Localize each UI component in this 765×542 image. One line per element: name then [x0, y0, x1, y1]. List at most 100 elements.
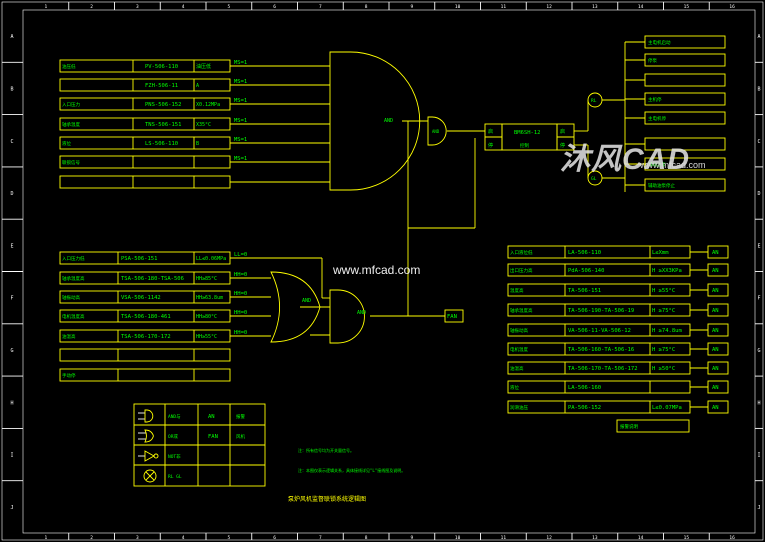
lower-row-tag: TSA-506-180-461	[121, 314, 171, 320]
upper-row-condition: B	[196, 141, 199, 147]
alarm-row-name: 温度高	[510, 287, 524, 294]
alarm-row-tag: TA-506-151	[568, 288, 601, 294]
frame-col-number-bottom: 6	[273, 535, 276, 541]
lower-row-ms-label: HH=0	[234, 272, 247, 278]
legend-label: AND与	[168, 413, 181, 420]
frame-row-letter-left: H	[10, 400, 13, 406]
note-line-1: 注：所有信号均为开关量信号。	[298, 447, 354, 453]
lower-row-ms-label: HH=0	[234, 330, 247, 336]
alarm-row-name: 轴振动高	[510, 327, 528, 334]
alarm-row-tag: TA-506-190-TA-506-19	[568, 308, 634, 314]
upper-row-ms-label: MS=1	[234, 79, 247, 85]
upper-row-condition: X0.12MPa	[196, 102, 220, 108]
alarm-out-label: AN	[712, 385, 719, 391]
alarm-row-name: 油温高	[510, 365, 524, 372]
alarm-row-name: 轴承温度高	[510, 307, 533, 314]
upper-row-ms-label: MS=1	[234, 60, 247, 66]
output-item-label: 停泵	[648, 57, 657, 64]
frame-col-number-bottom: 9	[411, 535, 414, 541]
alarm-out-label: AN	[712, 288, 719, 294]
output-item-label: 辅助油泵停止	[648, 182, 675, 189]
frame-col-number-bottom: 3	[136, 535, 139, 541]
frame-col-number-top: 15	[684, 4, 690, 10]
frame-col-number-top: 16	[729, 4, 735, 10]
output-item-label: 主机停	[648, 96, 662, 103]
upper-row-tag: PNS-506-152	[145, 102, 181, 108]
frame-row-letter-right: J	[757, 505, 760, 511]
lower-row-name: 手动停	[62, 372, 76, 379]
alarm-row-condition: H ≥74.8um	[652, 328, 682, 334]
alarm-footer-label: 报警说明	[620, 423, 638, 430]
frame-col-number-top: 12	[546, 4, 552, 10]
alarm-out-label: AN	[712, 328, 719, 334]
alarm-row-tag: LA-506-110	[568, 250, 601, 256]
upper-row-tag: TNS-506-151	[145, 122, 181, 128]
legend-label: RL GL	[168, 474, 182, 480]
alarm-row-name: 润滑油压	[510, 404, 528, 411]
frame-row-letter-left: C	[10, 139, 13, 145]
lower-row-ms-label: LL=0	[234, 252, 247, 258]
upper-row-name: 入口压力	[62, 101, 80, 108]
frame-row-letter-left: G	[10, 348, 13, 354]
frame-col-number-top: 11	[501, 4, 507, 10]
upper-row-tag: FZH-506-11	[145, 83, 178, 89]
frame-col-number-bottom: 11	[501, 535, 507, 541]
alarm-row-condition: H ≥75°C	[652, 347, 675, 353]
lower-row-condition: HH≥80°C	[196, 314, 217, 320]
frame-col-number-top: 1	[45, 4, 48, 10]
drawing-title: 泵炉风机监督联锁系统逻辑图	[288, 495, 366, 503]
controller-left-bottom: 停	[488, 142, 493, 149]
legend-desc: 风机	[236, 433, 245, 440]
lower-row-ms-label: HH=0	[234, 291, 247, 297]
alarm-row-condition: H ≥75°C	[652, 308, 675, 314]
upper-row-tag: LS-506-110	[145, 141, 178, 147]
frame-col-number-top: 14	[638, 4, 644, 10]
lower-row-name: 电机温度高	[62, 313, 85, 320]
frame-row-letter-right: D	[757, 191, 760, 197]
frame-row-letter-left: D	[10, 191, 13, 197]
frame-col-number-bottom: 15	[684, 535, 690, 541]
note-line-2: 注：本图仅表示逻辑关系，具体接线详见"L"接线图及说明。	[298, 467, 405, 473]
lower-row-name: 入口压力低	[62, 255, 85, 262]
alarm-row-name: 出口压力高	[510, 267, 533, 274]
frame-row-letter-right: E	[757, 243, 760, 249]
alarm-row-condition: L≤Xmm	[652, 250, 669, 256]
frame-col-number-bottom: 4	[182, 535, 185, 541]
alarm-row-name: 液位	[510, 384, 519, 391]
frame-col-number-bottom: 12	[546, 535, 552, 541]
frame-col-number-bottom: 2	[90, 535, 93, 541]
upper-row-condition: A	[196, 83, 199, 89]
lower-row-name: 油温高	[62, 333, 76, 340]
controller-sub: 控制	[520, 142, 529, 149]
frame-row-letter-left: I	[10, 453, 13, 459]
lower-or-gate-label: AND	[302, 298, 311, 304]
frame-row-letter-left: E	[10, 243, 13, 249]
alarm-out-label: AN	[712, 250, 719, 256]
watermark-cad-logo: 沐风CAD	[560, 143, 690, 176]
lower-row-ms-label: HH=0	[234, 310, 247, 316]
output-item-label: 主电机启动	[648, 39, 671, 46]
alarm-out-label: AN	[712, 268, 719, 274]
lower-row-condition: HH≥85°C	[196, 276, 217, 282]
upper-row-condition: 油压低	[196, 63, 211, 70]
upper-row-ms-label: MS=1	[234, 118, 247, 124]
upper-row-name: 联锁信号	[62, 159, 80, 166]
alarm-row-tag: VA-506-11-VA-506-12	[568, 328, 631, 334]
lower-row-tag: PSA-506-151	[121, 256, 157, 262]
frame-row-letter-right: I	[757, 453, 760, 459]
upper-row-name: 油压低	[62, 63, 76, 70]
frame-col-number-bottom: 7	[319, 535, 322, 541]
frame-row-letter-left: J	[10, 505, 13, 511]
frame-col-number-bottom: 14	[638, 535, 644, 541]
upper-gate-label: AND	[384, 118, 393, 124]
lower-row-condition: HH≥55°C	[196, 334, 217, 340]
alarm-out-label: AN	[712, 347, 719, 353]
fan-label: FAN	[447, 314, 457, 320]
lower-row-name: 轴承温度高	[62, 275, 85, 282]
alarm-row-condition: H ≥50°C	[652, 366, 675, 372]
legend-abbr: AN	[208, 414, 215, 420]
upper-row-name: 轴承温度	[62, 121, 80, 128]
frame-row-letter-left: F	[10, 296, 13, 302]
frame-row-letter-left: A	[10, 34, 13, 40]
controller-tag: BM6SH-12	[514, 130, 541, 136]
